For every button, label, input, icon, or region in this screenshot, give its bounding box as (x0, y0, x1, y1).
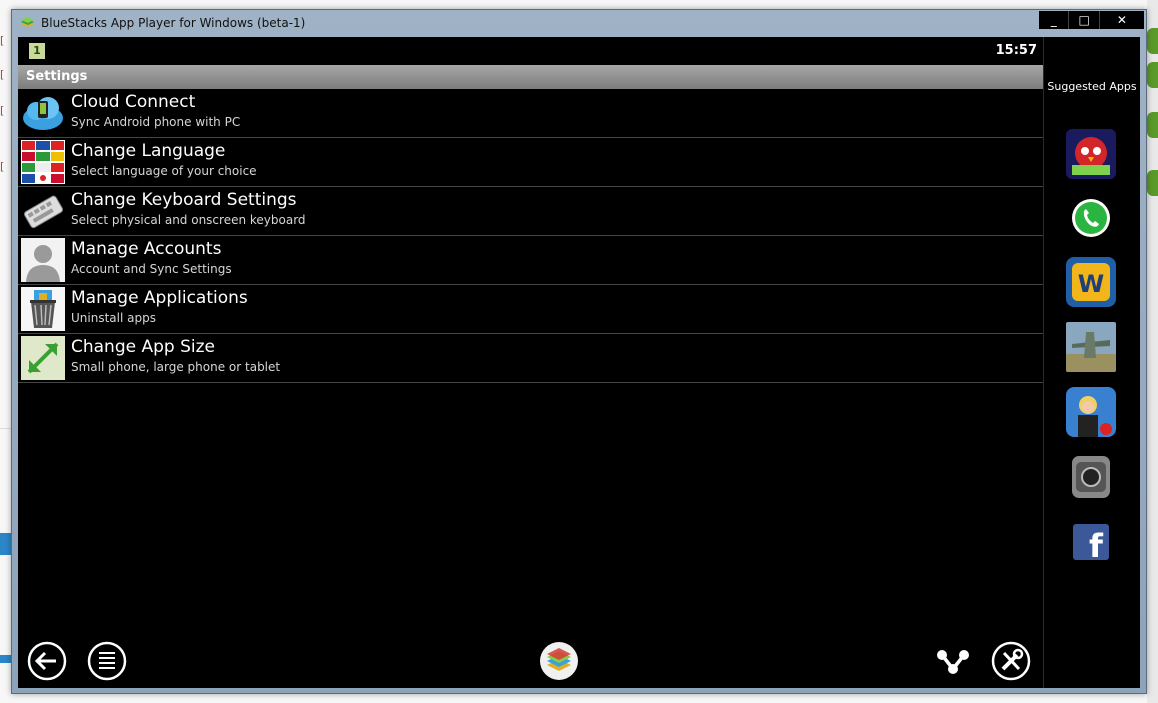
whatsapp-icon[interactable] (1066, 193, 1116, 243)
suggested-apps-title: Suggested Apps (1047, 80, 1137, 93)
close-button[interactable]: ✕ (1100, 11, 1144, 29)
keyboard-icon (21, 189, 65, 233)
settings-item-manage-applications[interactable]: Manage Applications Uninstall apps (18, 285, 1043, 334)
status-clock: 15:57 (995, 43, 1037, 58)
desktop-text-fragment: [ (0, 160, 5, 173)
settings-item-keyboard-settings[interactable]: Change Keyboard Settings Select physical… (18, 187, 1043, 236)
suggested-apps-sidebar: Suggested Apps W f (1043, 37, 1140, 688)
facebook-icon[interactable]: f (1066, 517, 1116, 567)
svg-text:W: W (1078, 270, 1104, 298)
trash-can-icon (21, 287, 65, 331)
page-title: Settings (26, 69, 88, 84)
item-title: Manage Accounts (71, 239, 222, 259)
camera-app-icon[interactable] (1066, 452, 1116, 502)
back-button[interactable] (27, 641, 67, 681)
user-silhouette-icon (21, 238, 65, 282)
bluestacks-home-button[interactable] (539, 641, 579, 681)
item-subtitle: Account and Sync Settings (71, 262, 232, 276)
notification-badge[interactable]: 1 (29, 43, 45, 59)
android-screen: 1 15:57 Settings Cloud Connect Sync Andr… (18, 37, 1140, 688)
resize-arrow-icon (21, 336, 65, 380)
item-subtitle: Uninstall apps (71, 311, 156, 325)
desktop-decoration (1147, 28, 1158, 54)
desktop-text-fragment: [ (0, 34, 5, 47)
minimize-button[interactable]: _ (1039, 11, 1070, 29)
flags-icon (21, 140, 65, 184)
title-bar[interactable]: BlueStacks App Player for Windows (beta-… (12, 10, 1146, 37)
bluestacks-window: BlueStacks App Player for Windows (beta-… (11, 9, 1147, 694)
settings-header: Settings (18, 65, 1043, 89)
settings-item-manage-accounts[interactable]: Manage Accounts Account and Sync Setting… (18, 236, 1043, 285)
window-title: BlueStacks App Player for Windows (beta-… (41, 16, 306, 30)
desktop-decoration (1147, 62, 1158, 88)
desktop-decoration (1147, 112, 1158, 138)
item-subtitle: Sync Android phone with PC (71, 115, 241, 129)
settings-list: Cloud Connect Sync Android phone with PC (18, 89, 1043, 383)
desktop-text-fragment: [ (0, 104, 5, 117)
desktop-right-strip (1147, 0, 1158, 703)
window-controls: _ □ ✕ (1039, 11, 1144, 29)
maximize-button[interactable]: □ (1069, 11, 1100, 29)
item-title: Manage Applications (71, 288, 248, 308)
status-bar: 1 15:57 (18, 37, 1043, 65)
item-title: Cloud Connect (71, 92, 196, 112)
svg-text:f: f (1089, 527, 1104, 565)
item-title: Change Keyboard Settings (71, 190, 297, 210)
item-subtitle: Select language of your choice (71, 164, 257, 178)
menu-button[interactable] (87, 641, 127, 681)
desktop-decoration (1147, 170, 1158, 196)
bluestacks-logo-icon (21, 17, 34, 27)
item-subtitle: Select physical and onscreen keyboard (71, 213, 306, 227)
item-title: Change Language (71, 141, 226, 161)
words-with-friends-icon[interactable]: W (1066, 257, 1116, 307)
desktop-text-fragment: [ (0, 68, 5, 81)
settings-tools-button[interactable] (991, 641, 1031, 681)
item-title: Change App Size (71, 337, 216, 357)
woman-game-icon[interactable] (1066, 387, 1116, 437)
settings-item-change-app-size[interactable]: Change App Size Small phone, large phone… (18, 334, 1043, 383)
settings-item-change-language[interactable]: Change Language Select language of your … (18, 138, 1043, 187)
airplane-game-icon[interactable] (1066, 322, 1116, 372)
share-button[interactable] (933, 641, 973, 681)
item-subtitle: Small phone, large phone or tablet (71, 360, 281, 374)
angry-birds-space-icon[interactable] (1066, 129, 1116, 179)
cloud-connect-icon (21, 91, 65, 135)
settings-item-cloud-connect[interactable]: Cloud Connect Sync Android phone with PC (18, 89, 1043, 138)
